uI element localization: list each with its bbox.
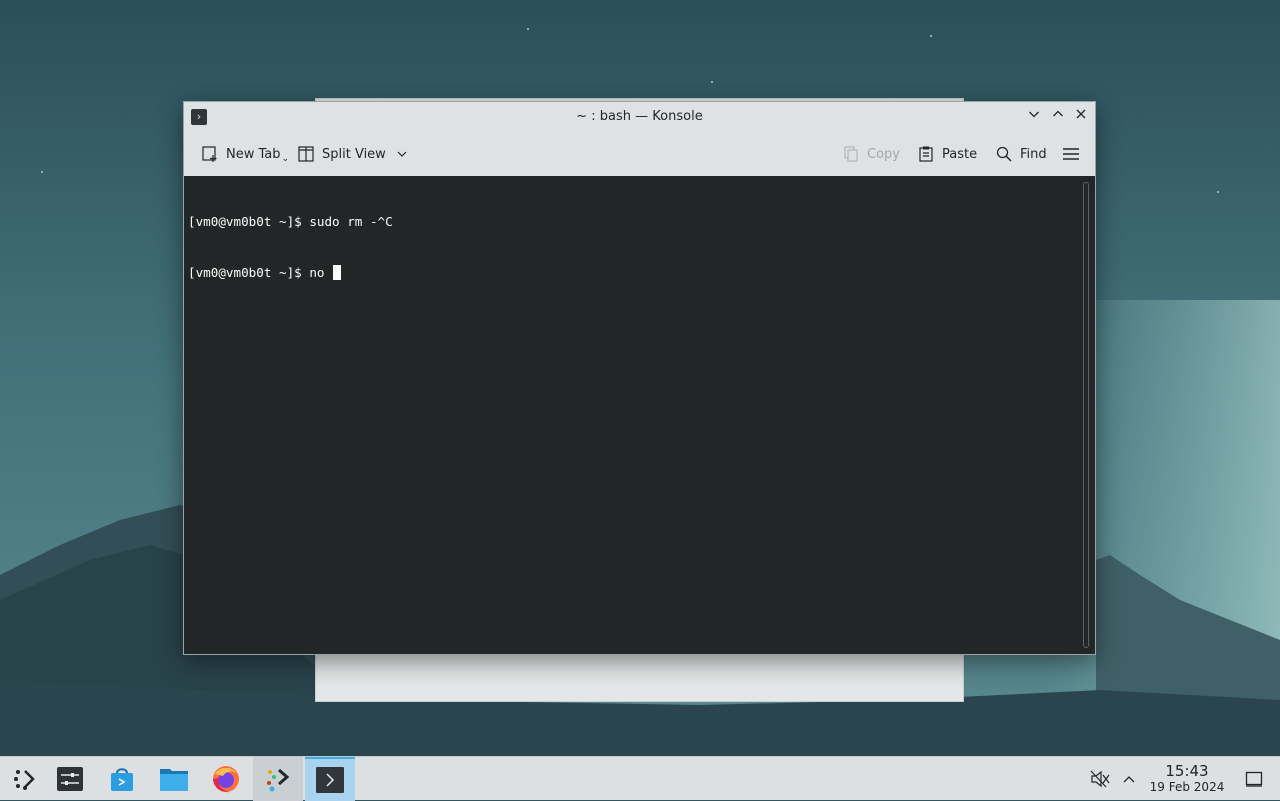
clock-time: 15:43	[1165, 762, 1209, 780]
paste-label: Paste	[942, 146, 978, 162]
shopping-bag-icon	[111, 768, 133, 791]
taskbar-firefox[interactable]	[201, 757, 251, 801]
new-tab-icon	[202, 146, 217, 162]
copy-icon	[844, 146, 858, 162]
toolbar: New Tab ⌄ Split View Copy Paste Find	[184, 132, 1095, 176]
terminal-view[interactable]: [vm0@vm0b0t ~]$ sudo rm -^C [vm0@vm0b0t …	[184, 176, 1095, 654]
taskbar-dolphin[interactable]	[149, 757, 199, 801]
show-desktop-icon	[1245, 771, 1263, 787]
paste-button[interactable]: Paste	[917, 132, 977, 176]
taskbar-discover[interactable]	[97, 757, 147, 801]
show-desktop-button[interactable]	[1242, 757, 1266, 801]
window-title: ~ : bash — Konsole	[576, 109, 703, 124]
star	[930, 35, 932, 37]
star	[1217, 191, 1219, 193]
star	[41, 171, 43, 173]
konsole-window[interactable]: › ~ : bash — Konsole New Tab ⌄ Split Vie…	[183, 101, 1096, 655]
terminal-icon	[316, 767, 344, 793]
vertical-scrollbar[interactable]	[1083, 182, 1089, 648]
chevron-down-icon	[1029, 111, 1039, 118]
firefox-icon	[213, 766, 239, 793]
folder-icon	[160, 769, 188, 791]
kde-launcher-icon	[14, 770, 35, 790]
kde-connect-icon	[267, 768, 290, 792]
taskbar-konsole[interactable]	[305, 757, 355, 801]
search-icon	[996, 146, 1012, 162]
chevron-down-icon: ⌄	[281, 154, 290, 164]
new-tab-label: New Tab	[226, 146, 281, 162]
terminal-line-current: [vm0@vm0b0t ~]$ no	[188, 264, 393, 281]
new-tab-button[interactable]: New Tab ⌄	[201, 132, 289, 176]
split-view-label: Split View	[322, 146, 386, 162]
split-view-button[interactable]: Split View	[297, 132, 408, 176]
split-view-icon	[298, 146, 314, 162]
copy-button[interactable]: Copy	[842, 132, 900, 176]
minimize-button[interactable]	[1025, 108, 1043, 126]
hamburger-menu-button[interactable]	[1062, 132, 1087, 176]
taskbar-system-settings[interactable]	[45, 757, 95, 801]
application-launcher-button[interactable]	[0, 757, 50, 801]
terminal-line: [vm0@vm0b0t ~]$ sudo rm -^C	[188, 214, 393, 229]
taskbar-panel: 15:43 19 Feb 2024	[0, 756, 1280, 801]
text-cursor	[333, 265, 342, 280]
copy-label: Copy	[867, 146, 900, 162]
clock-date: 19 Feb 2024	[1149, 780, 1225, 794]
title-bar[interactable]: › ~ : bash — Konsole	[184, 102, 1095, 132]
taskbar-kde-connect[interactable]	[253, 757, 303, 801]
close-button[interactable]	[1072, 108, 1090, 126]
find-label: Find	[1020, 146, 1047, 162]
find-button[interactable]: Find	[995, 132, 1047, 176]
maximize-button[interactable]	[1049, 108, 1067, 126]
star	[527, 28, 529, 30]
digital-clock[interactable]: 15:43 19 Feb 2024	[1144, 763, 1230, 795]
volume-muted-icon	[1090, 770, 1110, 788]
chevron-down-icon	[397, 151, 407, 157]
paste-icon	[919, 146, 933, 162]
chevron-up-icon	[1053, 110, 1063, 117]
hamburger-menu-icon	[1063, 148, 1079, 160]
star	[711, 81, 713, 83]
terminal-line: [vm0@vm0b0t ~]$ no	[188, 265, 333, 280]
show-hidden-icons-button[interactable]	[1118, 757, 1140, 801]
volume-muted-button[interactable]	[1088, 757, 1112, 801]
chevron-up-icon	[1123, 776, 1135, 783]
close-icon	[1076, 109, 1086, 119]
settings-sliders-icon	[57, 767, 83, 791]
